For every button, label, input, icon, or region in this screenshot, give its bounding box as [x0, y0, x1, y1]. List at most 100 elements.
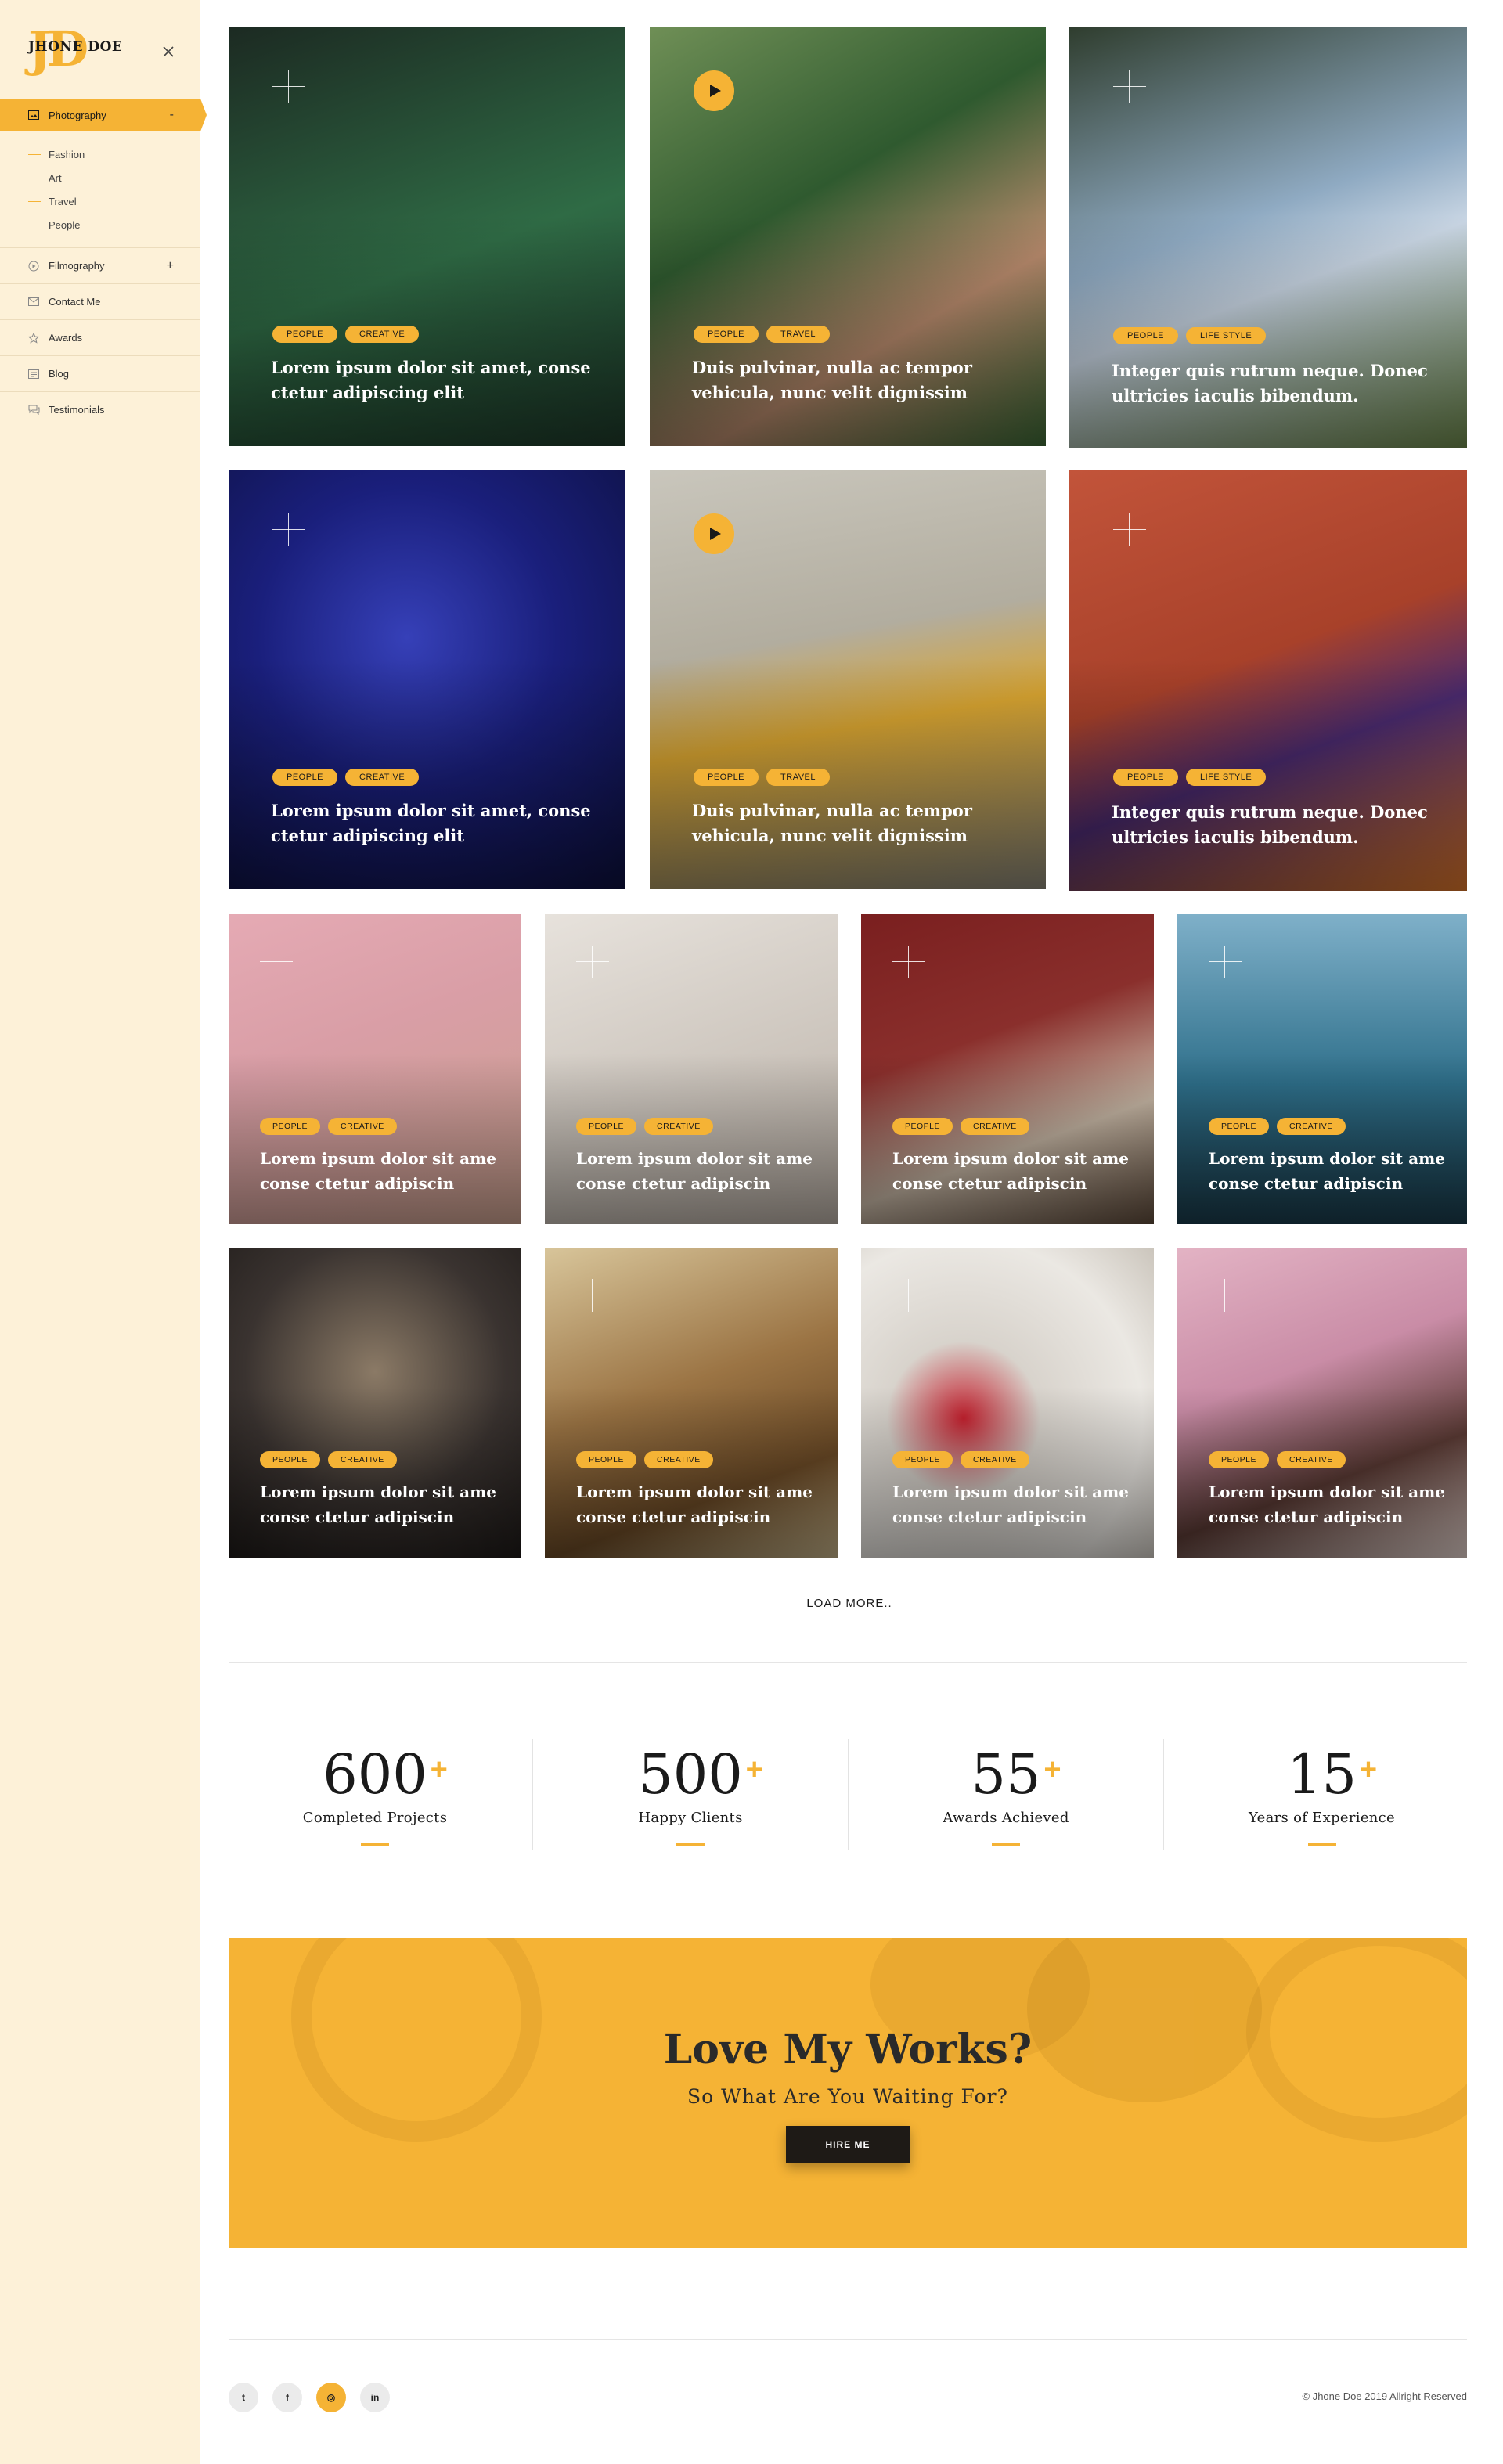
- tag-lifestyle[interactable]: LIFE STYLE: [1186, 327, 1267, 344]
- tag-group: PEOPLE TRAVEL: [694, 769, 831, 786]
- tag-creative[interactable]: CREATIVE: [1277, 1451, 1346, 1468]
- play-icon: [709, 528, 721, 540]
- sidebar-item-label: Contact Me: [49, 296, 101, 308]
- sidebar-item-photography[interactable]: Photography -: [0, 99, 207, 131]
- twitter-icon[interactable]: t: [229, 2383, 258, 2412]
- caption-line: conse ctetur adipiscin: [260, 1508, 455, 1526]
- gallery-card[interactable]: PEOPLE CREATIVE Lorem ipsum dolor sit am…: [861, 1248, 1154, 1558]
- gallery-card[interactable]: PEOPLE TRAVEL Duis pulvinar, nulla ac te…: [650, 27, 1046, 446]
- sidebar-subitem-art[interactable]: Art: [28, 166, 200, 189]
- tag-people[interactable]: PEOPLE: [576, 1118, 637, 1135]
- sidebar-subitem-travel[interactable]: Travel: [28, 189, 200, 213]
- tag-people[interactable]: PEOPLE: [272, 326, 338, 343]
- sidebar-item-blog[interactable]: Blog: [0, 355, 200, 391]
- tag-creative[interactable]: CREATIVE: [345, 326, 420, 343]
- facebook-icon[interactable]: f: [272, 2383, 302, 2412]
- cta-subtitle: So What Are You Waiting For?: [687, 2085, 1008, 2108]
- tag-people[interactable]: PEOPLE: [694, 326, 759, 343]
- tag-travel[interactable]: TRAVEL: [766, 769, 831, 786]
- play-icon: [709, 85, 721, 97]
- tag-creative[interactable]: CREATIVE: [961, 1451, 1029, 1468]
- subitem-label: Fashion: [49, 148, 85, 160]
- plus-icon: +: [1043, 1753, 1061, 1786]
- gallery-card[interactable]: PEOPLE CREATIVE Lorem ipsum dolor sit am…: [1177, 914, 1467, 1224]
- sidebar: JD JHONE DOE Photography - Fashion Art T…: [0, 0, 207, 2464]
- gallery-card[interactable]: PEOPLE LIFE STYLE Integer quis rutrum ne…: [1069, 27, 1467, 448]
- sidebar-subitem-people[interactable]: People: [28, 213, 200, 236]
- sidebar-item-label: Blog: [49, 368, 70, 380]
- play-button[interactable]: [694, 70, 734, 111]
- close-menu-button[interactable]: [157, 39, 180, 63]
- card-caption: Integer quis rutrum neque. Donec ultrici…: [1112, 358, 1428, 409]
- gallery-card[interactable]: PEOPLE CREATIVE Lorem ipsum dolor sit am…: [545, 1248, 838, 1558]
- tag-creative[interactable]: CREATIVE: [644, 1118, 713, 1135]
- tag-travel[interactable]: TRAVEL: [766, 326, 831, 343]
- caption-line: ctetur adipiscing elit: [271, 826, 464, 845]
- gallery-card[interactable]: PEOPLE CREATIVE Lorem ipsum dolor sit am…: [229, 27, 625, 446]
- tag-lifestyle[interactable]: LIFE STYLE: [1186, 769, 1267, 786]
- lens-decoration: [1027, 1938, 1262, 2102]
- image-overlay: [1177, 1054, 1467, 1224]
- tag-people[interactable]: PEOPLE: [892, 1118, 953, 1135]
- collapse-toggle[interactable]: -: [170, 108, 174, 122]
- gallery-card[interactable]: PEOPLE CREATIVE Lorem ipsum dolor sit am…: [861, 914, 1154, 1224]
- hire-me-button[interactable]: HIRE ME: [786, 2126, 910, 2163]
- caption-line: Integer quis rutrum neque. Donec: [1112, 361, 1428, 380]
- gallery-card[interactable]: PEOPLE LIFE STYLE Integer quis rutrum ne…: [1069, 470, 1467, 891]
- tag-creative[interactable]: CREATIVE: [328, 1451, 397, 1468]
- plus-icon: [272, 70, 305, 103]
- gallery-card[interactable]: PEOPLE CREATIVE Lorem ipsum dolor sit am…: [229, 914, 521, 1224]
- plus-icon: +: [745, 1753, 763, 1786]
- tag-creative[interactable]: CREATIVE: [328, 1118, 397, 1135]
- caption-line: Lorem ipsum dolor sit ame: [260, 1482, 496, 1501]
- tag-group: PEOPLE CREATIVE: [1209, 1118, 1346, 1135]
- tag-people[interactable]: PEOPLE: [1113, 769, 1179, 786]
- image-overlay: [861, 1387, 1154, 1558]
- caption-line: Integer quis rutrum neque. Donec: [1112, 802, 1428, 822]
- load-more-button[interactable]: LOAD MORE..: [783, 1597, 916, 1620]
- tag-creative[interactable]: CREATIVE: [1277, 1118, 1346, 1135]
- gallery-card[interactable]: PEOPLE CREATIVE Lorem ipsum dolor sit am…: [229, 470, 625, 889]
- tag-people[interactable]: PEOPLE: [892, 1451, 953, 1468]
- brand-logo[interactable]: JD JHONE DOE: [28, 22, 130, 77]
- stat-years-experience: 15 + Years of Experience: [1164, 1739, 1480, 1850]
- tag-people[interactable]: PEOPLE: [1209, 1118, 1270, 1135]
- sidebar-subitem-fashion[interactable]: Fashion: [28, 142, 200, 166]
- gallery-card[interactable]: PEOPLE CREATIVE Lorem ipsum dolor sit am…: [1177, 1248, 1467, 1558]
- caption-line: Lorem ipsum dolor sit ame: [260, 1149, 496, 1168]
- image-overlay: [229, 1054, 521, 1224]
- image-overlay: [545, 1054, 838, 1224]
- tag-creative[interactable]: CREATIVE: [644, 1451, 713, 1468]
- tag-group: PEOPLE CREATIVE: [576, 1451, 713, 1468]
- instagram-icon[interactable]: ◎: [316, 2383, 346, 2412]
- tag-creative[interactable]: CREATIVE: [961, 1118, 1029, 1135]
- gallery-card[interactable]: PEOPLE CREATIVE Lorem ipsum dolor sit am…: [545, 914, 838, 1224]
- gallery-card[interactable]: PEOPLE CREATIVE Lorem ipsum dolor sit am…: [229, 1248, 521, 1558]
- gallery-card[interactable]: PEOPLE TRAVEL Duis pulvinar, nulla ac te…: [650, 470, 1046, 889]
- linkedin-icon[interactable]: in: [360, 2383, 390, 2412]
- sidebar-item-filmography[interactable]: Filmography +: [0, 247, 200, 283]
- sidebar-item-awards[interactable]: Awards: [0, 319, 200, 355]
- tag-people[interactable]: PEOPLE: [260, 1451, 321, 1468]
- tag-creative[interactable]: CREATIVE: [345, 769, 420, 786]
- sidebar-item-contact[interactable]: Contact Me: [0, 283, 200, 319]
- tag-people[interactable]: PEOPLE: [694, 769, 759, 786]
- expand-toggle[interactable]: +: [167, 259, 174, 273]
- play-button[interactable]: [694, 513, 734, 554]
- tag-people[interactable]: PEOPLE: [272, 769, 338, 786]
- plus-icon: [1113, 513, 1146, 546]
- cta-banner: Love My Works? So What Are You Waiting F…: [229, 1938, 1467, 2248]
- tag-people[interactable]: PEOPLE: [1113, 327, 1179, 344]
- stat-number: 15: [1286, 1742, 1357, 1807]
- sidebar-item-testimonials[interactable]: Testimonials: [0, 391, 200, 427]
- tag-group: PEOPLE CREATIVE: [272, 769, 420, 786]
- tag-people[interactable]: PEOPLE: [576, 1451, 637, 1468]
- stat-number: 600: [323, 1742, 427, 1807]
- photography-subnav: Fashion Art Travel People: [0, 131, 200, 247]
- stat-underline: [1307, 1843, 1336, 1846]
- tag-people[interactable]: PEOPLE: [260, 1118, 321, 1135]
- plus-icon: +: [1359, 1753, 1378, 1786]
- stat-number: 55: [971, 1742, 1041, 1807]
- tag-people[interactable]: PEOPLE: [1209, 1451, 1270, 1468]
- play-circle-icon: [27, 259, 41, 273]
